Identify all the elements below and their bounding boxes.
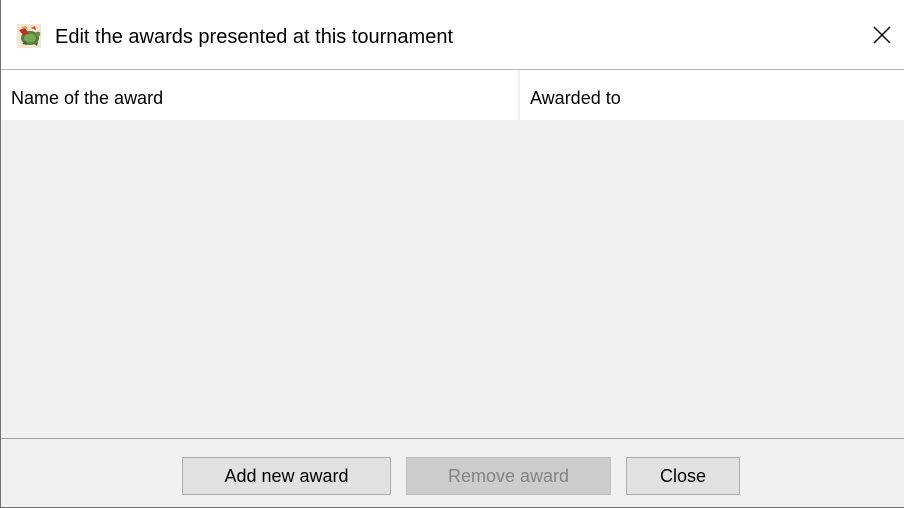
title-bar[interactable]: Edit the awards presented at this tourna… (1, 0, 904, 70)
remove-award-button[interactable]: Remove award (406, 457, 611, 495)
table-body[interactable] (1, 120, 904, 438)
table-header: Name of the award Awarded to (1, 70, 904, 120)
awards-table[interactable]: Name of the award Awarded to (1, 70, 904, 438)
awards-dialog: Edit the awards presented at this tourna… (0, 0, 904, 508)
column-header-award-name[interactable]: Name of the award (1, 70, 520, 120)
column-header-awarded-to[interactable]: Awarded to (520, 70, 904, 120)
button-bar: Add new award Remove award Close (1, 438, 904, 507)
close-button[interactable]: Close (626, 457, 740, 495)
dialog-title: Edit the awards presented at this tourna… (55, 26, 454, 48)
turtle-app-icon (17, 24, 41, 48)
close-icon[interactable] (867, 20, 897, 50)
add-award-button[interactable]: Add new award (182, 457, 391, 495)
